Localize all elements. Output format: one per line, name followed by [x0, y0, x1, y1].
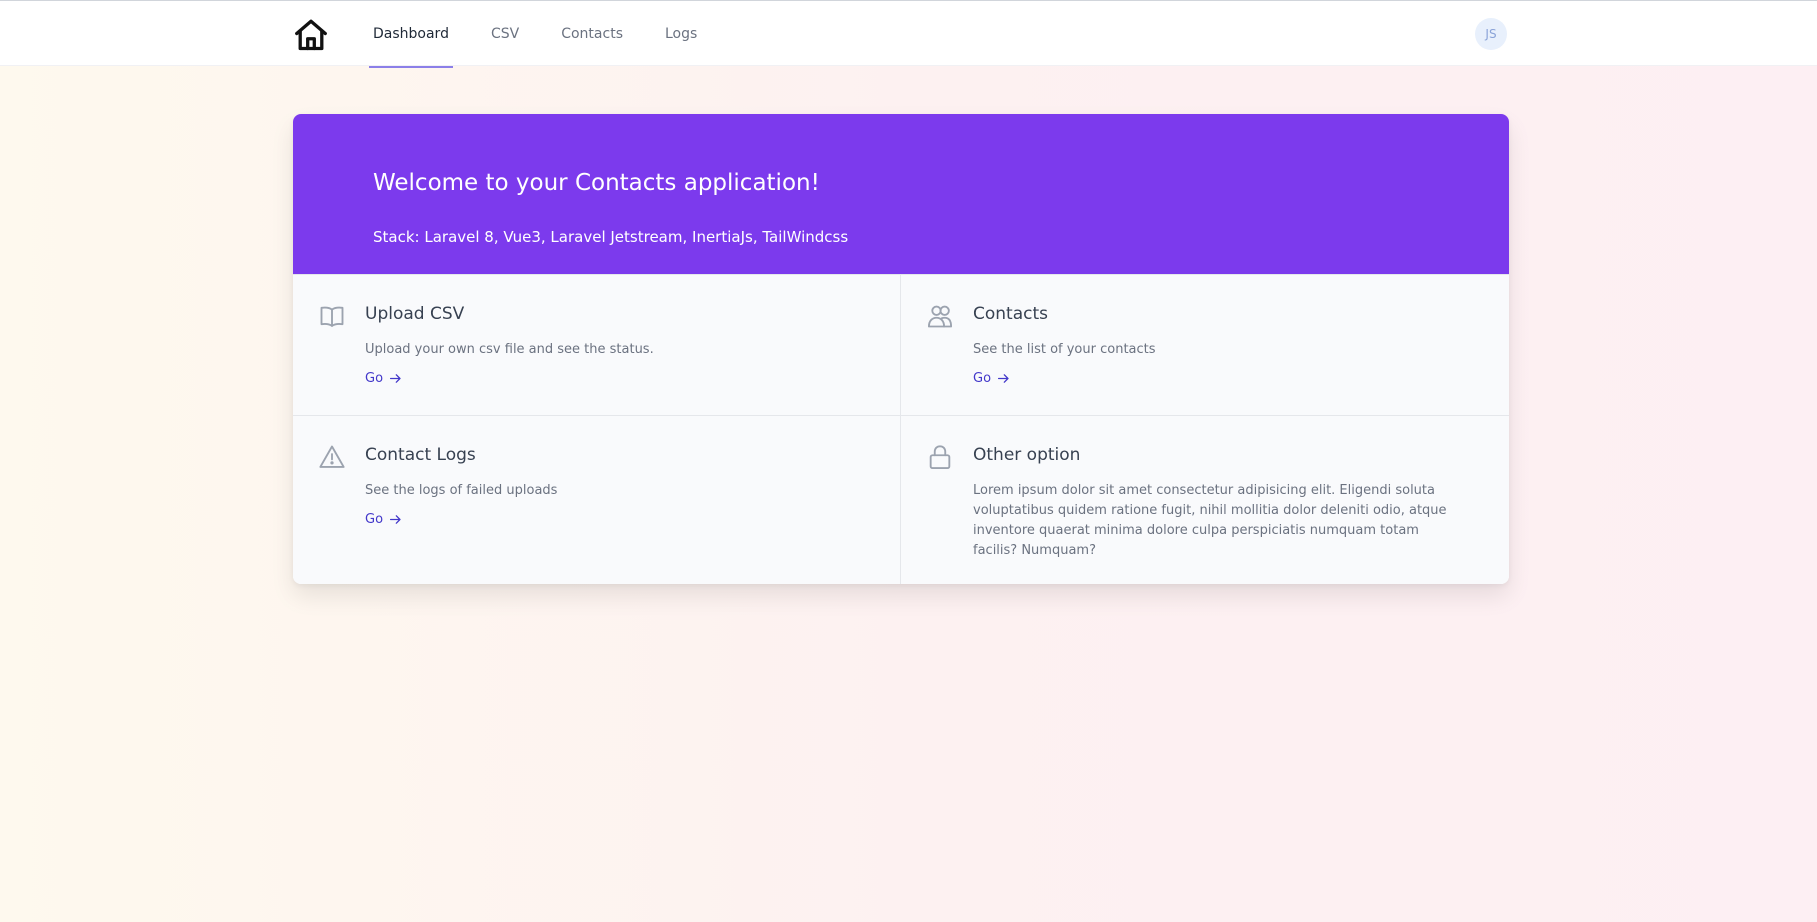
card-title: Other option	[973, 445, 1081, 465]
upload-csv-card: Upload CSV Upload your own csv file and …	[293, 274, 901, 415]
contacts-go-link[interactable]: Go	[973, 371, 1010, 386]
go-link-label: Go	[973, 371, 992, 386]
user-avatar[interactable]: JS	[1475, 18, 1507, 50]
lock-icon	[929, 445, 951, 470]
arrow-right-icon	[390, 515, 401, 524]
nav-dashboard[interactable]: Dashboard	[369, 1, 453, 68]
upload-csv-go-link[interactable]: Go	[365, 371, 402, 386]
contact-logs-go-link[interactable]: Go	[365, 512, 402, 527]
card-description: Upload your own csv file and see the sta…	[365, 342, 654, 357]
arrow-right-icon	[998, 374, 1009, 383]
welcome-title: Welcome to your Contacts application!	[373, 170, 820, 196]
nav-logs[interactable]: Logs	[661, 1, 701, 67]
card-title: Contacts	[973, 304, 1048, 324]
go-link-label: Go	[365, 371, 384, 386]
book-icon	[320, 306, 344, 327]
card-description: See the list of your contacts	[973, 342, 1156, 357]
main-nav: Dashboard CSV Contacts Logs	[369, 1, 735, 68]
arrow-right-icon	[390, 374, 401, 383]
card-description: See the logs of failed uploads	[365, 483, 558, 498]
feature-grid: Upload CSV Upload your own csv file and …	[293, 274, 1509, 584]
nav-csv[interactable]: CSV	[487, 1, 523, 67]
dashboard-card: Welcome to your Contacts application! St…	[293, 114, 1509, 584]
other-option-card: Other option Lorem ipsum dolor sit amet …	[901, 415, 1509, 584]
contact-logs-card: Contact Logs See the logs of failed uplo…	[293, 415, 901, 584]
go-link-label: Go	[365, 512, 384, 527]
contacts-card: Contacts See the list of your contacts G…	[901, 274, 1509, 415]
users-icon	[927, 305, 953, 328]
nav-contacts[interactable]: Contacts	[557, 1, 627, 67]
top-navigation-bar: Dashboard CSV Contacts Logs JS	[0, 0, 1817, 68]
home-icon[interactable]	[293, 17, 329, 53]
card-title: Upload CSV	[365, 304, 465, 324]
warning-icon	[319, 445, 345, 468]
stack-subtitle: Stack: Laravel 8, Vue3, Laravel Jetstrea…	[373, 228, 849, 246]
card-description: Lorem ipsum dolor sit amet consectetur a…	[973, 483, 1447, 558]
welcome-banner: Welcome to your Contacts application! St…	[293, 114, 1509, 274]
card-title: Contact Logs	[365, 445, 476, 465]
